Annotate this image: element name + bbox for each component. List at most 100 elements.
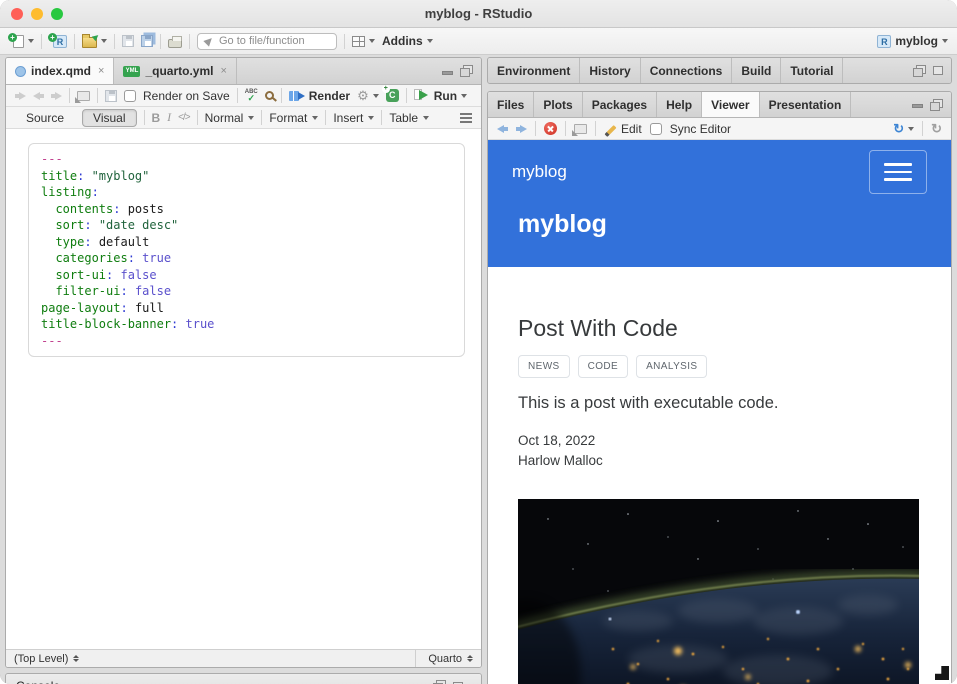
save-all-button[interactable] [141, 35, 153, 47]
open-folder-icon [82, 37, 97, 48]
workspace: index.qmd × YML _quarto.yml × [0, 55, 957, 684]
tab-quarto-yml[interactable]: YML _quarto.yml × [114, 58, 236, 84]
language-mode-selector[interactable]: Quarto [415, 650, 473, 667]
viewer-forward-icon[interactable] [516, 125, 527, 133]
insert-chunk-icon[interactable]: C [386, 89, 399, 102]
open-in-browser-icon[interactable] [574, 124, 587, 134]
run-label: Run [434, 89, 457, 103]
save-button[interactable] [122, 35, 134, 47]
updown-icon [467, 655, 473, 662]
window-title: myblog - RStudio [0, 6, 957, 21]
close-tab-icon[interactable]: × [220, 65, 226, 77]
project-icon: R [877, 35, 891, 48]
visual-editor-body[interactable]: ---title: "myblog"listing: contents: pos… [6, 129, 481, 649]
maximize-pane-icon[interactable] [933, 66, 943, 75]
code-line: categories: true [41, 250, 452, 267]
visual-mode-button[interactable]: Visual [82, 109, 136, 127]
refresh-icon[interactable]: ↻ [931, 122, 942, 135]
right-column: EnvironmentHistoryConnectionsBuildTutori… [487, 57, 952, 684]
tab-connections[interactable]: Connections [641, 58, 733, 83]
tab-index-qmd[interactable]: index.qmd × [6, 58, 114, 84]
render-on-save-label: Render on Save [143, 89, 230, 103]
tab-viewer[interactable]: Viewer [702, 92, 759, 117]
code-line: title-block-banner: true [41, 316, 452, 333]
tab-history[interactable]: History [580, 58, 640, 83]
tab-packages[interactable]: Packages [583, 92, 657, 117]
sync-editor-checkbox[interactable] [650, 123, 662, 135]
table-dropdown[interactable]: Table [389, 111, 429, 125]
back-icon[interactable] [15, 92, 26, 100]
format-dropdown[interactable]: Format [269, 111, 318, 125]
stop-icon[interactable] [544, 122, 557, 135]
editor-statusbar: (Top Level) Quarto [6, 649, 481, 667]
new-file-caret-icon [28, 39, 34, 43]
blog-brand-link[interactable]: myblog [512, 162, 567, 182]
tag-badge-code[interactable]: CODE [578, 355, 629, 378]
new-file-button[interactable]: + [9, 35, 34, 48]
main-toolbar: + R+ Go to file/function Addins [0, 28, 957, 55]
print-button[interactable] [168, 39, 182, 48]
paragraph-style-dropdown[interactable]: Normal [205, 111, 255, 125]
run-button[interactable]: Run [414, 89, 467, 103]
addins-caret-icon [427, 39, 433, 43]
outline-toggle-icon[interactable] [460, 113, 472, 115]
tab-files[interactable]: Files [488, 92, 534, 117]
post-title-link[interactable]: Post With Code [518, 313, 921, 343]
restore-pane-icon[interactable] [930, 99, 943, 111]
post-excerpt: This is a post with executable code. [518, 394, 921, 413]
project-menu[interactable]: R myblog [877, 34, 948, 48]
post-thumbnail-image[interactable] [518, 499, 919, 684]
open-file-button[interactable] [82, 34, 107, 48]
project-label: myblog [895, 34, 938, 48]
sync-editor-label: Sync Editor [670, 122, 731, 136]
tab-build[interactable]: Build [732, 58, 781, 83]
code-button[interactable]: </> [178, 112, 189, 123]
console-header[interactable]: Console [6, 674, 481, 684]
restore-pane-icon[interactable] [913, 65, 926, 77]
pane-layout-button[interactable] [352, 36, 375, 47]
tag-badge-analysis[interactable]: ANALYSIS [636, 355, 707, 378]
code-line: --- [41, 151, 452, 168]
code-line: sort-ui: false [41, 267, 452, 284]
tag-badge-news[interactable]: NEWS [518, 355, 570, 378]
find-replace-icon[interactable] [265, 91, 274, 100]
addins-menu[interactable]: Addins [382, 34, 433, 48]
minimize-pane-icon[interactable] [912, 104, 923, 108]
tab-environment[interactable]: Environment [488, 58, 580, 83]
viewer-content: myblog myblog Post With Code NEWSCODEANA… [488, 140, 951, 684]
insert-dropdown[interactable]: Insert [333, 111, 374, 125]
back-icon[interactable] [33, 92, 44, 100]
tab-tutorial[interactable]: Tutorial [781, 58, 843, 83]
open-in-window-icon[interactable] [77, 91, 90, 101]
spellcheck-icon[interactable]: ABC ✓ [245, 89, 258, 103]
hamburger-menu-button[interactable] [869, 150, 927, 194]
edit-button[interactable]: Edit [604, 122, 642, 136]
divider [114, 34, 115, 49]
restore-pane-icon[interactable] [433, 680, 446, 684]
save-document-icon[interactable] [105, 90, 117, 102]
minimize-pane-icon[interactable] [442, 71, 453, 75]
blog-post-listing: Post With Code NEWS CODE ANALYSIS This is … [488, 313, 951, 684]
tab-help[interactable]: Help [657, 92, 702, 117]
tab-label: index.qmd [31, 64, 91, 78]
scope-selector[interactable]: (Top Level) [14, 653, 68, 665]
restore-pane-icon[interactable] [460, 65, 473, 77]
goto-file-input[interactable]: Go to file/function [197, 33, 337, 50]
tab-plots[interactable]: Plots [534, 92, 582, 117]
tab-presentation[interactable]: Presentation [760, 92, 852, 117]
source-mode-button[interactable]: Source [15, 109, 75, 127]
italic-button[interactable]: I [167, 110, 171, 125]
new-project-button[interactable]: R+ [49, 35, 67, 48]
new-project-icon: R+ [53, 35, 67, 48]
render-button[interactable]: Render [289, 89, 350, 103]
render-options-button[interactable]: ⚙ [357, 89, 379, 102]
viewer-back-icon[interactable] [497, 125, 508, 133]
close-tab-icon[interactable]: × [98, 65, 104, 77]
forward-icon[interactable] [51, 92, 62, 100]
sync-button[interactable]: ↻ [893, 122, 914, 135]
render-on-save-checkbox[interactable] [124, 90, 136, 102]
code-line: type: default [41, 234, 452, 251]
code-block[interactable]: ---title: "myblog"listing: contents: pos… [28, 143, 465, 357]
divider [160, 34, 161, 49]
bold-button[interactable]: B [152, 111, 161, 125]
